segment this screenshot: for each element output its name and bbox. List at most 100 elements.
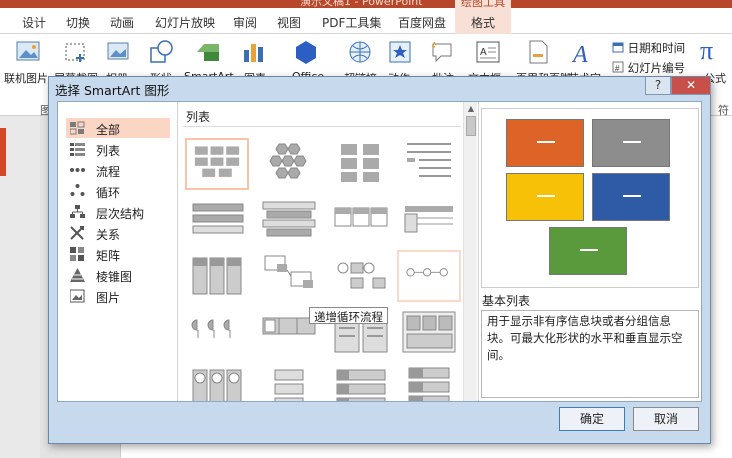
textbox-icon[interactable]: A <box>474 38 502 66</box>
layout-box-grid[interactable] <box>397 306 461 358</box>
smartart-icon[interactable] <box>194 38 222 66</box>
category-picture[interactable]: 图片 <box>66 286 170 306</box>
tab-review[interactable]: 审阅 <box>233 14 257 31</box>
pyramid-icon <box>70 268 85 282</box>
layout-gallery: 列表 ▲ <box>179 102 479 401</box>
title-bar: 演示文稿1 - PowerPoint <box>0 0 732 8</box>
category-list-type[interactable]: 列表 <box>66 139 170 159</box>
tab-format[interactable]: 格式 <box>471 14 495 31</box>
svg-text:A: A <box>480 47 487 58</box>
calendar-icon <box>612 42 624 53</box>
svg-text:A: A <box>571 42 588 66</box>
process-icon <box>70 168 85 172</box>
category-list: 全部 列表 流程 循环 层次结构 关系 矩阵 棱锥图 图片 <box>58 102 178 401</box>
category-label: 关系 <box>96 228 121 242</box>
category-label: 棱锥图 <box>96 270 133 284</box>
cycle-icon <box>70 184 85 196</box>
category-label: 列表 <box>96 144 121 158</box>
comment-icon[interactable] <box>428 38 456 66</box>
gallery-scrollbar[interactable]: ▲ <box>463 102 477 401</box>
scrollbar-thumb[interactable] <box>466 116 476 136</box>
category-label: 全部 <box>96 123 121 137</box>
preview-shape-green <box>549 227 627 275</box>
category-all[interactable]: 全部 <box>66 118 170 138</box>
layout-stacked-blocks[interactable] <box>397 362 461 401</box>
date-time-button[interactable]: 日期和时间 <box>612 40 685 56</box>
preview-shape-gray <box>592 119 670 167</box>
layout-tab-list[interactable] <box>257 362 321 401</box>
category-matrix[interactable]: 矩阵 <box>66 244 170 264</box>
help-button[interactable]: ? <box>645 77 671 95</box>
cancel-button[interactable]: 取消 <box>633 407 699 431</box>
gallery-heading: 列表 <box>186 110 211 124</box>
tab-baidu-netdisk[interactable]: 百度网盘 <box>398 14 446 31</box>
slide-number-icon: # <box>612 61 624 73</box>
tab-pdf-tools[interactable]: PDF工具集 <box>322 14 381 31</box>
header-footer-icon[interactable] <box>524 38 552 66</box>
slide-number-label: 幻灯片编号 <box>627 61 686 75</box>
list-icon <box>70 143 85 156</box>
category-label: 图片 <box>96 291 121 305</box>
layout-lined-list[interactable] <box>397 138 461 190</box>
layout-grouped-list[interactable] <box>329 138 393 190</box>
action-icon[interactable] <box>386 38 414 66</box>
context-group-label: 绘图工具 <box>461 0 505 9</box>
matrix-icon <box>70 247 84 261</box>
layout-vertical-bullet-list[interactable] <box>185 194 249 246</box>
smartart-dialog: 选择 SmartArt 图形 ? ✕ 全部 列表 流程 循环 层次结构 关系 矩… <box>48 76 711 444</box>
category-label: 层次结构 <box>96 207 145 221</box>
picture-icon <box>70 289 85 303</box>
layout-preview <box>481 108 699 288</box>
equation-icon[interactable]: π <box>700 36 713 66</box>
layout-picture-caption-list[interactable] <box>257 250 321 302</box>
hyperlink-icon[interactable] <box>346 38 374 66</box>
tab-slideshow[interactable]: 幻灯片放映 <box>155 14 215 31</box>
shapes-icon[interactable] <box>148 38 176 66</box>
online-picture-icon[interactable] <box>14 38 42 66</box>
category-cycle[interactable]: 循环 <box>66 181 170 201</box>
layout-half-circle-list[interactable] <box>185 306 249 358</box>
svg-text:#: # <box>615 64 620 73</box>
photo-album-icon[interactable] <box>104 38 132 66</box>
layout-vertical-chevron-list[interactable] <box>329 362 393 401</box>
layout-circle-picture-list[interactable] <box>185 362 249 401</box>
office-addins-icon[interactable] <box>292 38 320 66</box>
layout-table-list[interactable] <box>397 194 461 246</box>
layout-tooltip: 递增循环流程 <box>309 307 388 324</box>
hierarchy-icon <box>70 205 85 218</box>
layout-stacked-list[interactable] <box>257 194 321 246</box>
scroll-up-arrow-icon[interactable]: ▲ <box>464 104 478 114</box>
category-pyramid[interactable]: 棱锥图 <box>66 265 170 285</box>
tab-transitions[interactable]: 切换 <box>66 14 90 31</box>
preview-shape-blue <box>592 173 670 221</box>
online-picture-label: 联机图片 <box>4 72 48 85</box>
current-slide-marker[interactable] <box>0 128 6 176</box>
ok-button[interactable]: 确定 <box>559 407 625 431</box>
drawing-tools-context: 绘图工具 格式 <box>455 0 511 34</box>
wordart-icon[interactable]: A <box>570 38 598 66</box>
layout-trapezoid-list[interactable] <box>329 250 393 302</box>
layout-basic-list[interactable] <box>185 138 249 190</box>
layout-horizontal-bullet-list[interactable] <box>329 194 393 246</box>
chart-icon[interactable] <box>240 38 268 66</box>
tab-design[interactable]: 设计 <box>22 14 46 31</box>
category-label: 循环 <box>96 186 121 200</box>
layout-vertical-box-list[interactable] <box>185 250 249 302</box>
category-hierarchy[interactable]: 层次结构 <box>66 202 170 222</box>
close-button[interactable]: ✕ <box>671 77 711 95</box>
tab-view[interactable]: 视图 <box>277 14 301 31</box>
layout-description: 用于显示非有序信息块或者分组信息块。可最大化形状的水平和垂直显示空间。 <box>481 310 699 398</box>
ribbon-tabs: 设计 切换 动画 幻灯片放映 审阅 视图 PDF工具集 百度网盘 <box>0 8 732 34</box>
category-process[interactable]: 流程 <box>66 160 170 180</box>
all-icon <box>70 121 85 135</box>
slide-number-button[interactable]: # 幻灯片编号 <box>612 60 685 76</box>
layout-hexagon-cluster[interactable] <box>257 138 321 190</box>
preview-shape-yellow <box>506 173 584 221</box>
dialog-title: 选择 SmartArt 图形 <box>55 83 170 98</box>
preview-title: 基本列表 <box>482 294 531 308</box>
slide-thumbnails-pane <box>0 116 40 458</box>
screenshot-icon[interactable] <box>62 38 90 66</box>
layout-increasing-circle-process[interactable] <box>397 250 461 302</box>
tab-animations[interactable]: 动画 <box>110 14 134 31</box>
category-relationship[interactable]: 关系 <box>66 223 170 243</box>
